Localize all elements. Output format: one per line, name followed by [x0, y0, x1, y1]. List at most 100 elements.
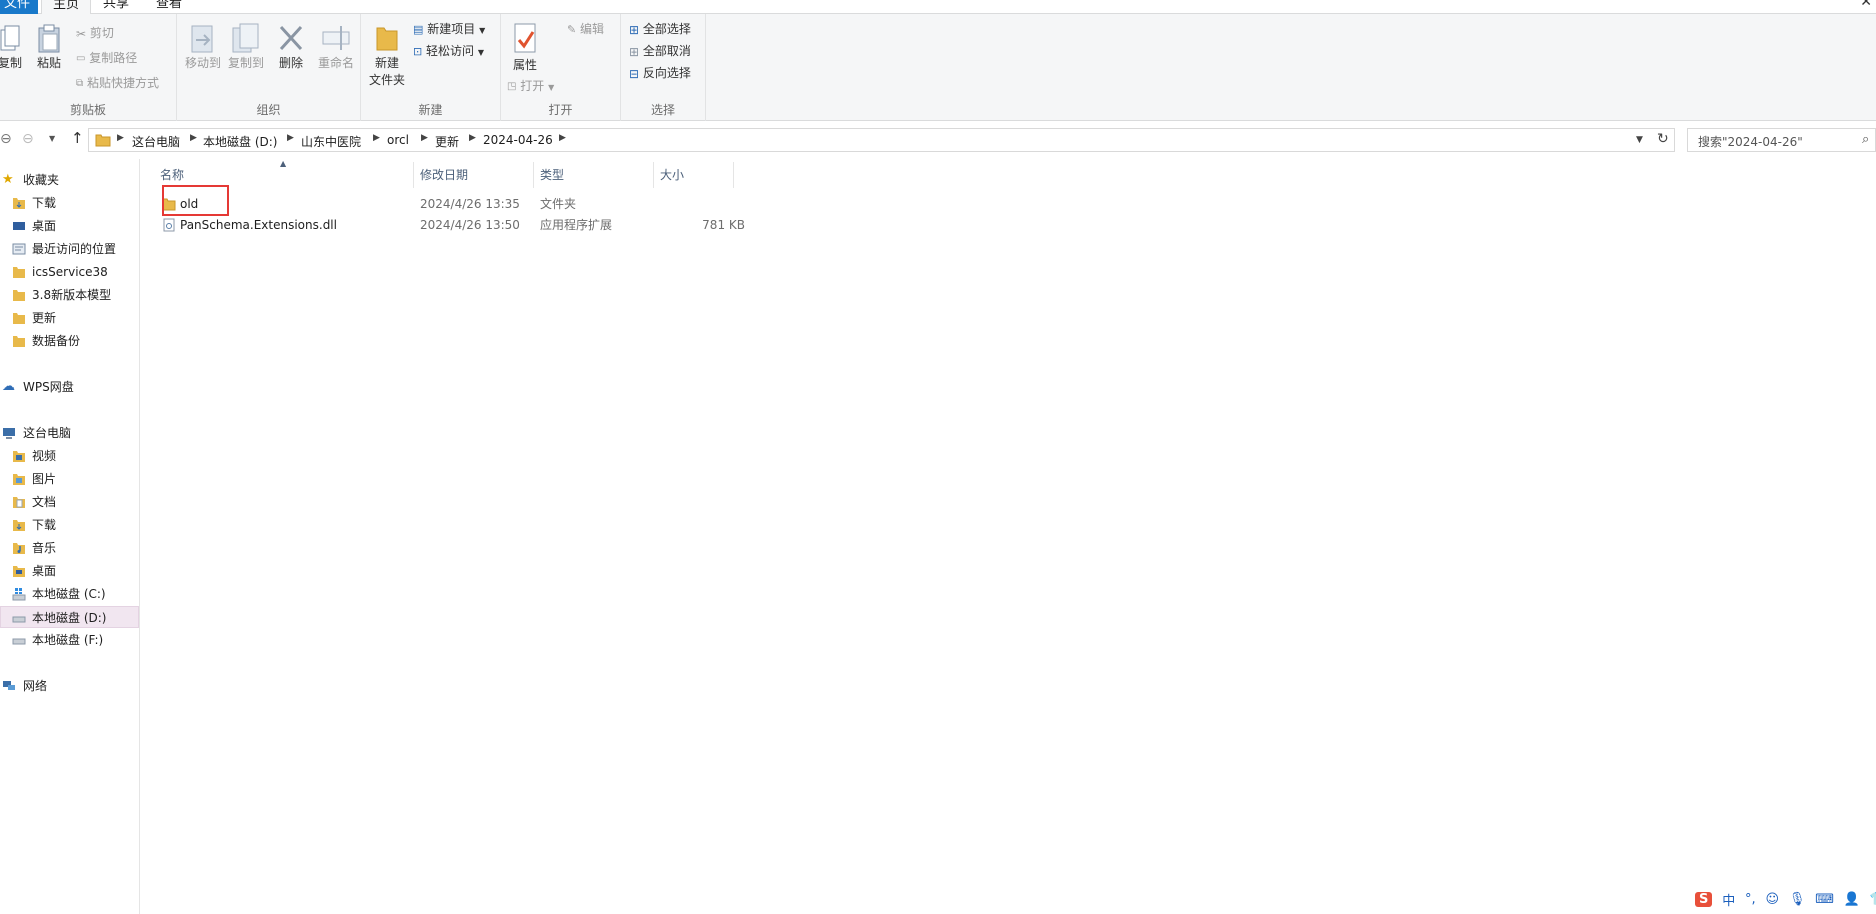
punctuation-icon[interactable]: °,: [1745, 892, 1756, 907]
microphone-icon[interactable]: 🎙: [1789, 892, 1806, 907]
delete-button[interactable]: 删除: [273, 22, 309, 71]
close-icon[interactable]: ✕: [1860, 0, 1872, 10]
forward-icon[interactable]: ⊖: [22, 131, 34, 147]
new-folder-label-1: 新建: [374, 56, 399, 70]
user-icon[interactable]: 👤: [1844, 892, 1860, 907]
nav-favorites[interactable]: ★ 收藏夹: [0, 169, 139, 191]
nav-pc-documents[interactable]: 文档: [0, 491, 139, 513]
breadcrumb-orcl[interactable]: orcl: [387, 133, 409, 147]
breadcrumb-this-pc[interactable]: 这台电脑: [132, 133, 180, 150]
move-to-button[interactable]: 移动到: [181, 22, 225, 71]
tab-home[interactable]: 主页: [41, 0, 91, 14]
column-header-type[interactable]: 类型: [534, 162, 654, 188]
new-group: 新建 文件夹 ▤ 新建项目 ▼ ⊡ 轻松访问 ▼ 新建: [361, 14, 501, 121]
select-none-label: 全部取消: [642, 44, 691, 58]
column-header-modified[interactable]: 修改日期: [414, 162, 534, 188]
recent-locations-icon[interactable]: ▼: [49, 134, 55, 143]
copy-button[interactable]: 复制: [0, 24, 24, 71]
nav-fav-desktop[interactable]: 桌面: [0, 215, 139, 237]
new-folder-button[interactable]: 新建 文件夹: [367, 22, 407, 88]
breadcrumb-update[interactable]: 更新: [435, 133, 459, 150]
desktop-folder-icon: [13, 566, 25, 577]
back-icon[interactable]: ⊖: [0, 131, 12, 147]
file-row[interactable]: PanSchema.Extensions.dll 2024/4/26 13:50…: [154, 215, 745, 235]
nav-fav-recent[interactable]: 最近访问的位置: [0, 238, 139, 260]
tab-share[interactable]: 共享: [94, 0, 138, 14]
nav-pc-drive-f[interactable]: 本地磁盘 (F:): [0, 629, 139, 651]
keyboard-icon[interactable]: ⌨: [1815, 892, 1834, 907]
cloud-icon: ☁: [2, 379, 15, 394]
nav-pc-drive-c[interactable]: 本地磁盘 (C:): [0, 583, 139, 605]
copy-to-button[interactable]: 复制到: [224, 22, 268, 71]
ime-mode-button[interactable]: 中: [1722, 890, 1735, 909]
address-dropdown-icon[interactable]: ▼: [1636, 135, 1643, 145]
up-arrow-icon[interactable]: ↑: [71, 129, 84, 147]
nav-fav-icsservice38[interactable]: icsService38: [0, 261, 139, 283]
dll-file-icon: [163, 218, 175, 232]
file-row[interactable]: old 2024/4/26 13:35 文件夹: [154, 194, 734, 214]
breadcrumb-separator-icon[interactable]: ▶: [287, 133, 294, 143]
open-label: 打开: [520, 79, 545, 93]
paste-icon: [38, 24, 60, 53]
search-icon[interactable]: ⌕: [1862, 132, 1869, 147]
column-header-size[interactable]: 大小: [654, 162, 734, 188]
nav-pc-music[interactable]: 音乐: [0, 537, 139, 559]
nav-pc-drive-d-label: 本地磁盘 (D:): [32, 611, 107, 625]
breadcrumb-separator-icon[interactable]: ▶: [469, 133, 476, 143]
file-type: 文件夹: [540, 197, 577, 211]
breadcrumb-separator-icon[interactable]: ▶: [559, 133, 566, 143]
nav-favorites-label: 收藏夹: [23, 173, 60, 187]
network-icon: [3, 681, 15, 690]
nav-pc-downloads[interactable]: 下载: [0, 514, 139, 536]
breadcrumb-date[interactable]: 2024-04-26: [483, 133, 553, 147]
nav-fav-model[interactable]: 3.8新版本模型: [0, 284, 139, 306]
new-item-icon: ▤: [413, 22, 424, 36]
edit-button[interactable]: ✎ 编辑: [567, 19, 604, 39]
paste-shortcut-button[interactable]: ⧉ 粘贴快捷方式: [76, 73, 159, 93]
tab-view[interactable]: 查看: [147, 0, 191, 14]
nav-pc-drive-d[interactable]: 本地磁盘 (D:): [0, 606, 139, 628]
skin-icon[interactable]: 👕: [1870, 892, 1876, 907]
open-button[interactable]: ◳ 打开 ▼: [507, 76, 554, 96]
copy-path-label: 复制路径: [89, 51, 138, 65]
open-group: 属性 ✎ 编辑 ◳ 打开 ▼ 打开: [501, 14, 621, 121]
nav-fav-backup[interactable]: 数据备份: [0, 330, 139, 352]
nav-network[interactable]: 网络: [0, 675, 139, 697]
cut-button[interactable]: ✂ 剪切: [76, 23, 114, 43]
windows-drive-icon: [12, 588, 26, 601]
organize-group: 移动到 复制到 删除 重命名 组织: [177, 14, 361, 121]
sogou-logo-icon[interactable]: S: [1695, 892, 1713, 907]
nav-pc-desktop[interactable]: 桌面: [0, 560, 139, 582]
search-input[interactable]: 搜索"2024-04-26" ⌕: [1687, 128, 1876, 152]
breadcrumb-separator-icon[interactable]: ▶: [190, 133, 197, 143]
invert-selection-label: 反向选择: [642, 66, 691, 80]
breadcrumb-separator-icon[interactable]: ▶: [373, 133, 380, 143]
nav-fav-update[interactable]: 更新: [0, 307, 139, 329]
rename-button[interactable]: 重命名: [314, 22, 358, 71]
nav-fav-downloads[interactable]: 下载: [0, 192, 139, 214]
tab-file[interactable]: 文件: [0, 0, 38, 14]
select-none-button[interactable]: ⊞ 全部取消: [629, 41, 691, 61]
breadcrumb-drive-d[interactable]: 本地磁盘 (D:): [203, 133, 277, 150]
nav-wps-label: WPS网盘: [23, 380, 74, 394]
nav-pc-pictures[interactable]: 图片: [0, 468, 139, 490]
breadcrumb-separator-icon[interactable]: ▶: [117, 133, 124, 143]
select-all-button[interactable]: ⊞ 全部选择: [629, 19, 691, 39]
drive-icon: [12, 638, 26, 645]
nav-pc-videos[interactable]: 视频: [0, 445, 139, 467]
nav-wps-cloud[interactable]: ☁ WPS网盘: [0, 376, 139, 398]
invert-selection-button[interactable]: ⊟ 反向选择: [629, 63, 691, 83]
nav-this-pc-label: 这台电脑: [23, 426, 72, 440]
address-bar[interactable]: ▶ 这台电脑 ▶ 本地磁盘 (D:) ▶ 山东中医院 ▶ orcl ▶ 更新 ▶…: [88, 128, 1675, 152]
breadcrumb-hospital[interactable]: 山东中医院: [301, 133, 361, 150]
easy-access-button[interactable]: ⊡ 轻松访问 ▼: [413, 41, 484, 61]
nav-this-pc[interactable]: 这台电脑: [0, 422, 139, 444]
breadcrumb-separator-icon[interactable]: ▶: [421, 133, 428, 143]
paste-button[interactable]: 粘贴: [34, 24, 64, 71]
copy-path-button[interactable]: ▭ 复制路径: [76, 48, 137, 68]
properties-button[interactable]: 属性: [507, 22, 543, 73]
folder-icon: [13, 313, 25, 324]
refresh-icon[interactable]: ↻: [1657, 131, 1669, 147]
emoji-icon[interactable]: ☺: [1766, 892, 1780, 907]
new-item-button[interactable]: ▤ 新建项目 ▼: [413, 19, 485, 39]
